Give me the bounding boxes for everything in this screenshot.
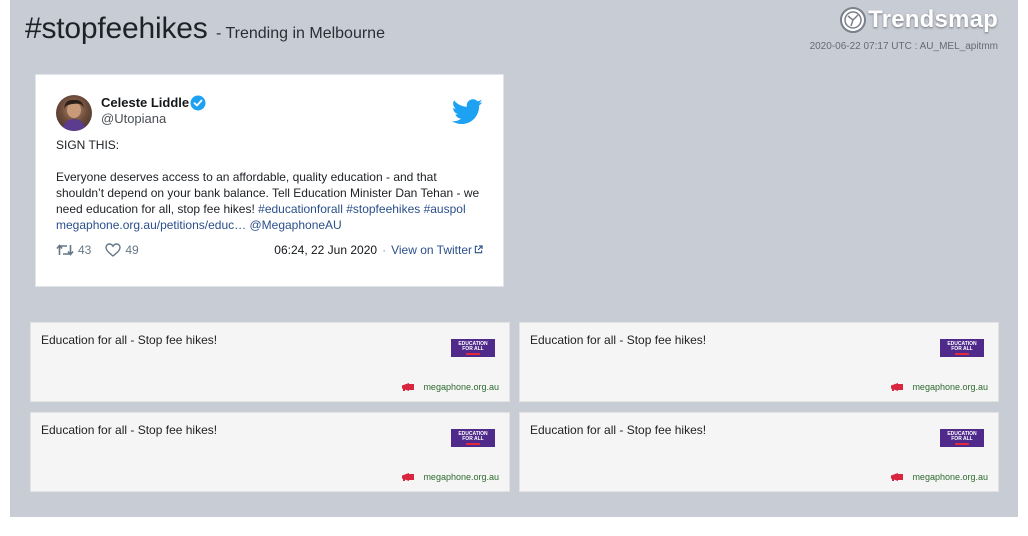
tweet-card: Celeste Liddle @Utopiana SIGN THIS: Ever… <box>35 74 504 287</box>
tweet-timestamp: 06:24, 22 Jun 2020 · View on Twitter <box>274 243 483 257</box>
view-on-twitter-label: View on Twitter <box>391 243 472 257</box>
link-card[interactable]: Education for all - Stop fee hikes! EDUC… <box>30 412 510 492</box>
link-card-title: Education for all - Stop fee hikes! <box>530 333 707 347</box>
link-card-title: Education for all - Stop fee hikes! <box>530 423 707 437</box>
like-count: 49 <box>125 243 139 257</box>
trendsmap-brand[interactable]: Trendsmap <box>839 6 998 34</box>
domain-text: megaphone.org.au <box>423 472 499 482</box>
separator: · <box>382 243 387 257</box>
retweet-count: 43 <box>78 243 92 257</box>
heart-icon <box>105 243 122 257</box>
timestamp-meta: 2020-06-22 07:17 UTC : AU_MEL_apitmm <box>809 41 998 52</box>
avatar-image <box>62 99 86 131</box>
external-link-icon <box>474 245 483 254</box>
avatar[interactable] <box>56 95 92 131</box>
twitter-bird-icon[interactable] <box>452 99 483 125</box>
retweet-icon <box>56 244 74 256</box>
megaphone-icon <box>402 473 415 481</box>
thumbnail-text-2: FOR ALL <box>951 436 973 442</box>
link-card[interactable]: Education for all - Stop fee hikes! EDUC… <box>519 412 999 492</box>
tweet-link[interactable]: megaphone.org.au/petitions/educ… <box>56 218 246 232</box>
domain-text: megaphone.org.au <box>912 472 988 482</box>
link-card-thumbnail: EDUCATION FOR ALL <box>451 429 495 447</box>
megaphone-icon <box>891 473 904 481</box>
hashtag-title[interactable]: #stopfeehikes <box>25 12 208 45</box>
view-on-twitter-link[interactable]: View on Twitter <box>391 243 483 257</box>
link-card-title: Education for all - Stop fee hikes! <box>41 333 218 347</box>
verified-icon <box>190 95 206 111</box>
trend-location: - Trending in Melbourne <box>215 25 385 42</box>
tweet-body: Everyone deserves access to an affordabl… <box>56 169 488 233</box>
link-card-thumbnail: EDUCATION FOR ALL <box>940 339 984 357</box>
author-handle[interactable]: @Utopiana <box>101 111 166 126</box>
tweet-line-sign: SIGN THIS: <box>56 138 120 152</box>
trend-panel: #stopfeehikes - Trending in Melbourne Tr… <box>10 0 1018 517</box>
link-card-domain: megaphone.org.au <box>890 472 988 482</box>
page-title: #stopfeehikes - Trending in Melbourne <box>25 12 385 46</box>
link-card-thumbnail: EDUCATION FOR ALL <box>451 339 495 357</box>
link-card[interactable]: Education for all - Stop fee hikes! EDUC… <box>30 322 510 402</box>
tweet-mention[interactable]: @MegaphoneAU <box>249 218 341 232</box>
tweet-stats: 43 49 <box>56 243 153 257</box>
tweet-text: SIGN THIS: Everyone deserves access to a… <box>56 137 488 233</box>
megaphone-icon <box>891 383 904 391</box>
link-card-domain: megaphone.org.au <box>401 472 499 482</box>
thumbnail-text-2: FOR ALL <box>462 346 484 352</box>
domain-text: megaphone.org.au <box>912 382 988 392</box>
link-card-domain: megaphone.org.au <box>401 382 499 392</box>
link-card-thumbnail: EDUCATION FOR ALL <box>940 429 984 447</box>
tweet-time[interactable]: 06:24, 22 Jun 2020 <box>274 243 377 257</box>
like-stat[interactable]: 49 <box>105 243 139 257</box>
megaphone-icon <box>402 383 415 391</box>
trendsmap-logo-icon <box>840 7 867 33</box>
link-card-title: Education for all - Stop fee hikes! <box>41 423 218 437</box>
domain-text: megaphone.org.au <box>423 382 499 392</box>
tweet-hashtags[interactable]: #educationforall #stopfeehikes #auspol <box>258 202 465 216</box>
retweet-stat[interactable]: 43 <box>56 243 91 257</box>
thumbnail-text-2: FOR ALL <box>951 346 973 352</box>
link-card-domain: megaphone.org.au <box>890 382 988 392</box>
brand-name: Trendsmap <box>868 6 998 33</box>
link-card[interactable]: Education for all - Stop fee hikes! EDUC… <box>519 322 999 402</box>
author-name[interactable]: Celeste Liddle <box>101 95 189 110</box>
thumbnail-text-2: FOR ALL <box>462 436 484 442</box>
